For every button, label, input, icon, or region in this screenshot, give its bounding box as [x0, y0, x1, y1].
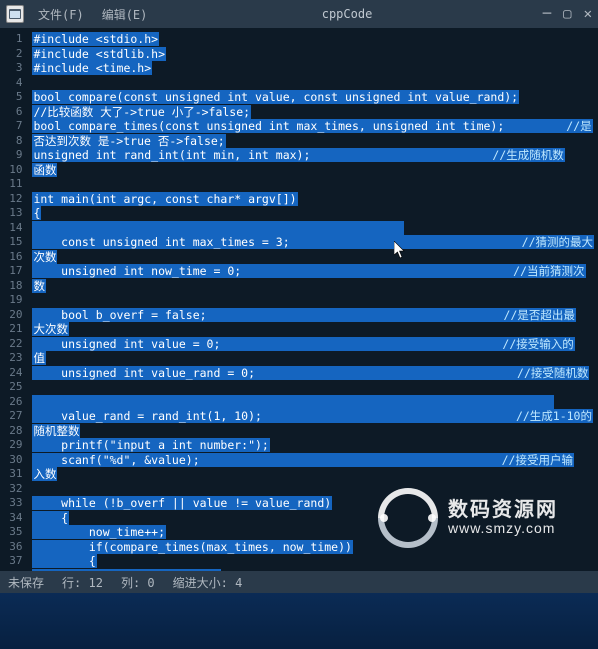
- code-line[interactable]: #include <time.h>: [32, 61, 594, 76]
- line-number: 9: [0, 148, 22, 163]
- code-line[interactable]: unsigned int value_rand = 0;//接受随机数: [32, 366, 594, 381]
- minimize-button[interactable]: ─: [543, 7, 551, 21]
- line-number: 6: [0, 105, 22, 120]
- menu-edit[interactable]: 编辑(E): [98, 4, 152, 25]
- line-number: 35: [0, 525, 22, 540]
- line-number: 16: [0, 250, 22, 265]
- line-number: 26: [0, 395, 22, 410]
- line-number: 37: [0, 554, 22, 569]
- line-number: 14: [0, 221, 22, 236]
- line-number: 19: [0, 293, 22, 308]
- code-line[interactable]: {: [32, 206, 594, 221]
- line-number: 11: [0, 177, 22, 192]
- line-number: 22: [0, 337, 22, 352]
- status-row: 行: 12: [62, 574, 103, 591]
- code-line[interactable]: unsigned int now_time = 0;//当前猜测次: [32, 264, 594, 279]
- status-unsaved: 未保存: [8, 574, 44, 591]
- code-line[interactable]: unsigned int value = 0;//接受输入的: [32, 337, 594, 352]
- code-line[interactable]: #include <stdlib.h>: [32, 47, 594, 62]
- code-area[interactable]: #include <stdio.h>#include <stdlib.h>#in…: [28, 28, 598, 571]
- bottom-strip: [0, 593, 598, 649]
- line-number: 17: [0, 264, 22, 279]
- code-line[interactable]: [32, 380, 594, 395]
- line-number: 15: [0, 235, 22, 250]
- code-line[interactable]: 函数: [32, 163, 594, 178]
- line-number: 12: [0, 192, 22, 207]
- code-line[interactable]: {: [32, 511, 594, 526]
- code-line[interactable]: const unsigned int max_times = 3;//猜测的最大: [32, 235, 594, 250]
- code-line[interactable]: 大次数: [32, 322, 594, 337]
- app-icon: [6, 5, 24, 23]
- line-number: 24: [0, 366, 22, 381]
- line-number: 20: [0, 308, 22, 323]
- line-number: 30: [0, 453, 22, 468]
- code-line[interactable]: [32, 482, 594, 497]
- line-number: 4: [0, 76, 22, 91]
- code-line[interactable]: {: [32, 554, 594, 569]
- app-window: 文件(F) 编辑(E) cppCode ─ ▢ ✕ 12345678910111…: [0, 0, 598, 649]
- line-number: 23: [0, 351, 22, 366]
- code-line[interactable]: [32, 76, 594, 91]
- code-line[interactable]: bool compare(const unsigned int value, c…: [32, 90, 594, 105]
- line-number: 32: [0, 482, 22, 497]
- line-number: 27: [0, 409, 22, 424]
- code-line[interactable]: while (!b_overf || value != value_rand): [32, 496, 594, 511]
- code-line[interactable]: 值: [32, 351, 594, 366]
- status-indent: 缩进大小: 4: [173, 574, 243, 591]
- code-line[interactable]: 数: [32, 279, 594, 294]
- code-editor[interactable]: 1234567891011121314151617181920212223242…: [0, 28, 598, 571]
- line-number: 25: [0, 380, 22, 395]
- line-number: 31: [0, 467, 22, 482]
- line-number: 2: [0, 47, 22, 62]
- code-line[interactable]: unsigned int rand_int(int min, int max);…: [32, 148, 594, 163]
- line-number: 29: [0, 438, 22, 453]
- line-number: 18: [0, 279, 22, 294]
- line-number: 1: [0, 32, 22, 47]
- line-number: 36: [0, 540, 22, 555]
- code-line[interactable]: bool b_overf = false;//是否超出最: [32, 308, 594, 323]
- code-line[interactable]: [32, 395, 594, 410]
- line-number: 7: [0, 119, 22, 134]
- code-line[interactable]: [32, 177, 594, 192]
- line-number: 13: [0, 206, 22, 221]
- code-line[interactable]: int main(int argc, const char* argv[]): [32, 192, 594, 207]
- code-line[interactable]: printf("input a int number:");: [32, 438, 594, 453]
- maximize-button[interactable]: ▢: [563, 7, 571, 21]
- line-number: 38: [0, 569, 22, 572]
- line-number-gutter: 1234567891011121314151617181920212223242…: [0, 28, 28, 571]
- code-line[interactable]: 随机整数: [32, 424, 594, 439]
- status-bar: 未保存 行: 12 列: 0 缩进大小: 4: [0, 571, 598, 593]
- code-line[interactable]: 入数: [32, 467, 594, 482]
- code-line[interactable]: value_rand = rand_int(1, 10);//生成1-10的: [32, 409, 594, 424]
- menu-file[interactable]: 文件(F): [34, 4, 88, 25]
- titlebar: 文件(F) 编辑(E) cppCode ─ ▢ ✕: [0, 0, 598, 28]
- window-controls: ─ ▢ ✕: [543, 7, 592, 21]
- code-line[interactable]: //比较函数 大了->true 小了->false;: [32, 105, 594, 120]
- line-number: 8: [0, 134, 22, 149]
- status-col: 列: 0: [121, 574, 155, 591]
- code-line[interactable]: if(compare_times(max_times, now_time)): [32, 540, 594, 555]
- code-line[interactable]: b_overf = true;: [32, 569, 594, 572]
- line-number: 10: [0, 163, 22, 178]
- code-line[interactable]: scanf("%d", &value);//接受用户输: [32, 453, 594, 468]
- line-number: 34: [0, 511, 22, 526]
- code-line[interactable]: bool compare_times(const unsigned int ma…: [32, 119, 594, 134]
- line-number: 5: [0, 90, 22, 105]
- code-line[interactable]: [32, 293, 594, 308]
- code-line[interactable]: [32, 221, 594, 236]
- code-line[interactable]: 次数: [32, 250, 594, 265]
- code-line[interactable]: #include <stdio.h>: [32, 32, 594, 47]
- line-number: 33: [0, 496, 22, 511]
- line-number: 3: [0, 61, 22, 76]
- line-number: 28: [0, 424, 22, 439]
- line-number: 21: [0, 322, 22, 337]
- code-line[interactable]: now_time++;: [32, 525, 594, 540]
- window-title: cppCode: [161, 7, 532, 21]
- code-line[interactable]: 否达到次数 是->true 否->false;: [32, 134, 594, 149]
- close-button[interactable]: ✕: [584, 7, 592, 21]
